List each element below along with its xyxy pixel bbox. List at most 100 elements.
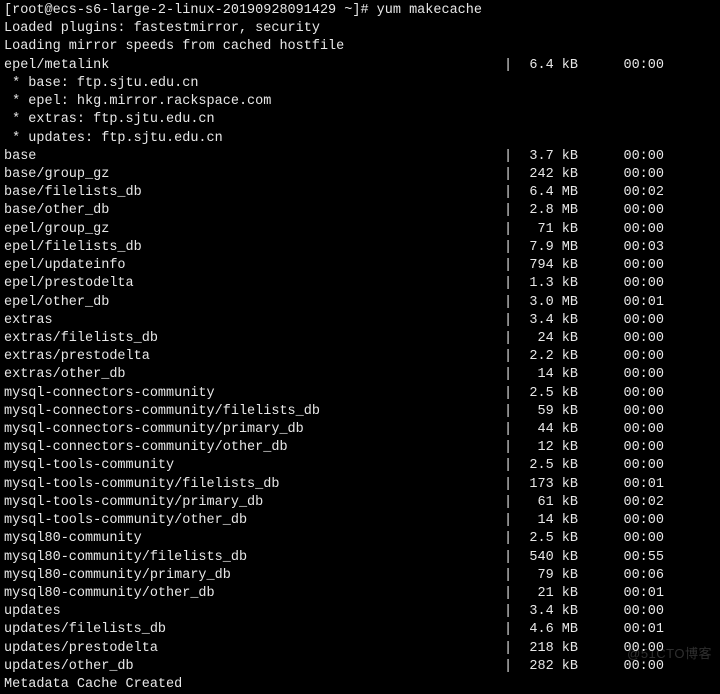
separator: | <box>504 202 514 220</box>
repo-name: mysql-connectors-community/primary_db <box>4 421 504 439</box>
separator: | <box>504 330 514 348</box>
repo-size: 2.5 kB <box>514 457 584 475</box>
repo-time: 00:00 <box>584 603 664 621</box>
repo-row: extras/filelists_db| 24 kB00:00 <box>4 330 716 348</box>
repo-name: epel/prestodelta <box>4 275 504 293</box>
repo-row: updates/other_db|282 kB00:00 <box>4 658 716 676</box>
repo-size: 79 kB <box>514 567 584 585</box>
repo-time: 00:00 <box>584 275 664 293</box>
repo-row: epel/filelists_db|7.9 MB00:03 <box>4 239 716 257</box>
repo-row: base/filelists_db|6.4 MB00:02 <box>4 184 716 202</box>
repo-time: 00:06 <box>584 567 664 585</box>
repo-name: mysql-connectors-community/other_db <box>4 439 504 457</box>
repo-size: 242 kB <box>514 166 584 184</box>
repo-size: 21 kB <box>514 585 584 603</box>
repo-time: 00:01 <box>584 621 664 639</box>
repo-time: 00:00 <box>584 57 664 75</box>
repo-name: extras/prestodelta <box>4 348 504 366</box>
separator: | <box>504 421 514 439</box>
repo-name: mysql-connectors-community <box>4 385 504 403</box>
footer-line: Metadata Cache Created <box>4 676 716 694</box>
repo-size: 71 kB <box>514 221 584 239</box>
repo-size: 3.4 kB <box>514 312 584 330</box>
repo-name: base <box>4 148 504 166</box>
repo-size: 540 kB <box>514 549 584 567</box>
separator: | <box>504 658 514 676</box>
repo-row: mysql80-community/other_db| 21 kB00:01 <box>4 585 716 603</box>
separator: | <box>504 275 514 293</box>
repo-row: extras/prestodelta|2.2 kB00:00 <box>4 348 716 366</box>
separator: | <box>504 476 514 494</box>
repo-name: extras <box>4 312 504 330</box>
repo-row: mysql80-community|2.5 kB00:00 <box>4 530 716 548</box>
separator: | <box>504 567 514 585</box>
separator: | <box>504 257 514 275</box>
repo-row: epel/updateinfo|794 kB00:00 <box>4 257 716 275</box>
mirror-line: * base: ftp.sjtu.edu.cn <box>4 75 716 93</box>
repo-row: mysql-connectors-community/primary_db| 4… <box>4 421 716 439</box>
repo-time: 00:00 <box>584 366 664 384</box>
separator: | <box>504 221 514 239</box>
repo-row: mysql-tools-community/other_db| 14 kB00:… <box>4 512 716 530</box>
repo-row: mysql-connectors-community/filelists_db|… <box>4 403 716 421</box>
repo-size: 61 kB <box>514 494 584 512</box>
repo-time: 00:01 <box>584 476 664 494</box>
repo-name: mysql-connectors-community/filelists_db <box>4 403 504 421</box>
repo-size: 14 kB <box>514 366 584 384</box>
repo-time: 00:00 <box>584 221 664 239</box>
repo-name: epel/other_db <box>4 294 504 312</box>
separator: | <box>504 549 514 567</box>
separator: | <box>504 603 514 621</box>
repo-row: mysql-tools-community|2.5 kB00:00 <box>4 457 716 475</box>
repo-row: mysql-connectors-community|2.5 kB00:00 <box>4 385 716 403</box>
repo-name: mysql-tools-community/primary_db <box>4 494 504 512</box>
repo-size: 6.4 MB <box>514 184 584 202</box>
repo-name: mysql80-community/primary_db <box>4 567 504 585</box>
repo-name: base/filelists_db <box>4 184 504 202</box>
repo-time: 00:00 <box>584 348 664 366</box>
repo-row: epel/group_gz| 71 kB00:00 <box>4 221 716 239</box>
separator: | <box>504 294 514 312</box>
repo-row: base/other_db|2.8 MB00:00 <box>4 202 716 220</box>
repo-size: 1.3 kB <box>514 275 584 293</box>
repo-row: base|3.7 kB00:00 <box>4 148 716 166</box>
header-line: Loaded plugins: fastestmirror, security <box>4 20 716 38</box>
repo-name: epel/metalink <box>4 57 504 75</box>
repo-time: 00:01 <box>584 585 664 603</box>
repo-time: 00:00 <box>584 439 664 457</box>
repo-name: epel/group_gz <box>4 221 504 239</box>
repo-size: 7.9 MB <box>514 239 584 257</box>
mirror-line: * epel: hkg.mirror.rackspace.com <box>4 93 716 111</box>
repo-row: updates|3.4 kB00:00 <box>4 603 716 621</box>
watermark: @51CTO博客 <box>627 645 712 663</box>
repo-row: mysql-tools-community/filelists_db|173 k… <box>4 476 716 494</box>
repo-size: 44 kB <box>514 421 584 439</box>
repo-size: 12 kB <box>514 439 584 457</box>
repo-size: 2.5 kB <box>514 385 584 403</box>
repo-size: 4.6 MB <box>514 621 584 639</box>
mirror-line: * updates: ftp.sjtu.edu.cn <box>4 130 716 148</box>
repo-name: updates/prestodelta <box>4 640 504 658</box>
repo-size: 2.2 kB <box>514 348 584 366</box>
prompt-command: yum makecache <box>377 3 482 18</box>
repo-time: 00:00 <box>584 312 664 330</box>
separator: | <box>504 457 514 475</box>
repo-time: 00:00 <box>584 530 664 548</box>
repo-row: updates/prestodelta|218 kB00:00 <box>4 640 716 658</box>
separator: | <box>504 385 514 403</box>
repo-size: 173 kB <box>514 476 584 494</box>
separator: | <box>504 184 514 202</box>
separator: | <box>504 585 514 603</box>
repo-size: 24 kB <box>514 330 584 348</box>
repo-row: mysql80-community/filelists_db|540 kB00:… <box>4 549 716 567</box>
prompt-line[interactable]: [root@ecs-s6-large-2-linux-2019092809142… <box>4 2 716 20</box>
repo-time: 00:00 <box>584 166 664 184</box>
separator: | <box>504 348 514 366</box>
separator: | <box>504 494 514 512</box>
repo-name: mysql80-community/other_db <box>4 585 504 603</box>
mirror-line: * extras: ftp.sjtu.edu.cn <box>4 111 716 129</box>
separator: | <box>504 439 514 457</box>
repo-time: 00:00 <box>584 330 664 348</box>
repo-size: 282 kB <box>514 658 584 676</box>
repo-size: 3.7 kB <box>514 148 584 166</box>
